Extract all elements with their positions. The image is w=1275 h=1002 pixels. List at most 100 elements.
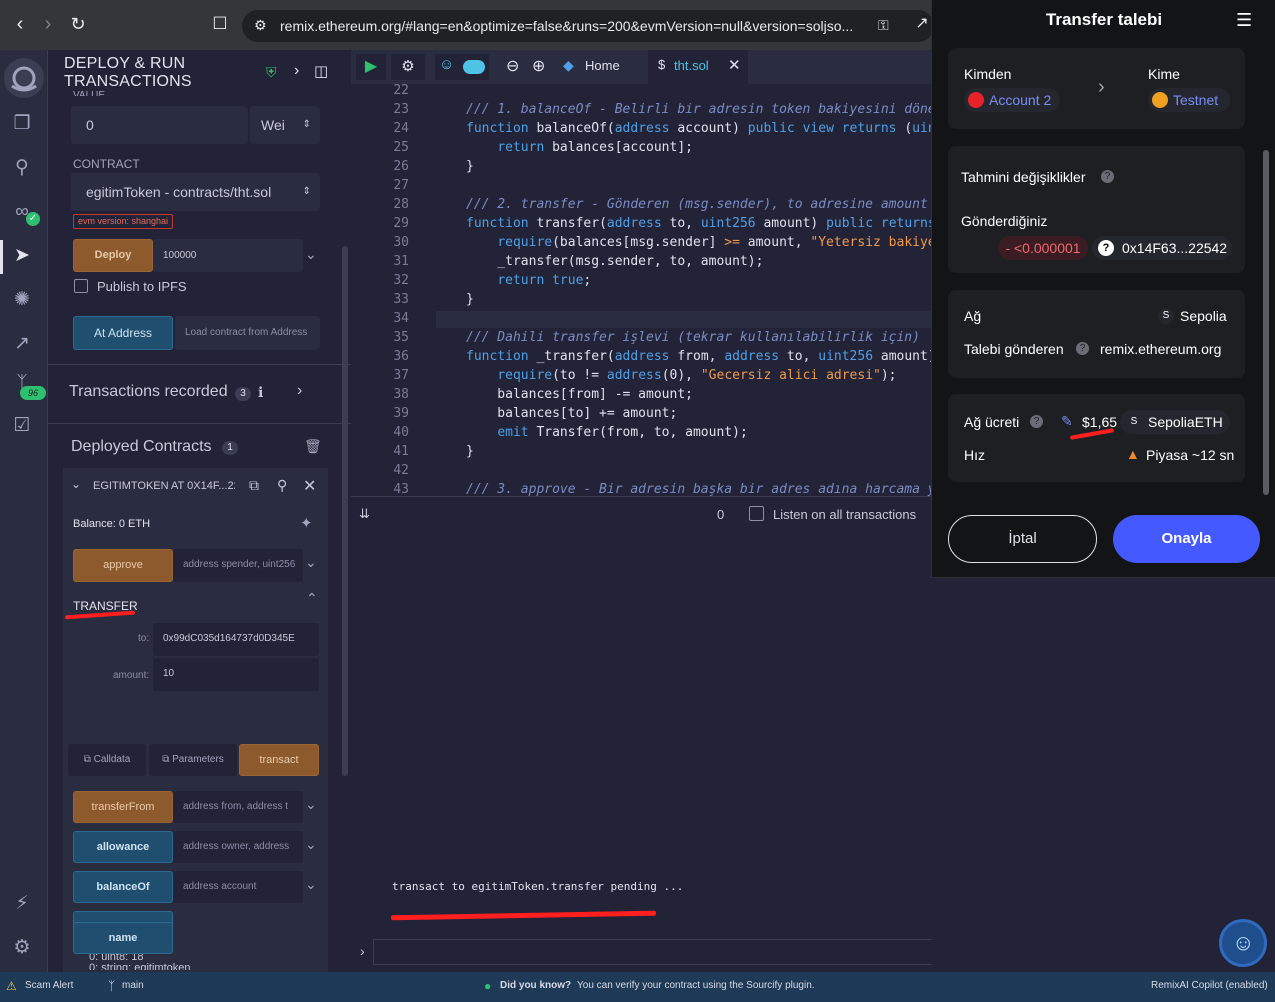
- deploy-button[interactable]: Deploy: [73, 239, 153, 272]
- edit-pencil-icon[interactable]: ✎: [1061, 413, 1073, 430]
- chevron-down-icon[interactable]: ⌄: [305, 876, 317, 893]
- balanceof-button[interactable]: balanceOf: [73, 871, 173, 903]
- ai-assistant-button[interactable]: ☺: [1219, 919, 1267, 967]
- trash-icon[interactable]: 🗑: [304, 438, 322, 455]
- tab-home[interactable]: Home: [585, 58, 620, 73]
- verify-icon[interactable]: ☑: [10, 414, 34, 438]
- at-address-input[interactable]: Load contract from Address: [175, 316, 320, 350]
- send-token-pill[interactable]: ? 0x14F63...22542: [1092, 236, 1232, 260]
- deploy-run-icon[interactable]: ➤: [10, 244, 34, 268]
- pin-icon[interactable]: ⚲: [277, 477, 287, 494]
- chevron-down-icon[interactable]: ⌄: [305, 836, 317, 853]
- cancel-button[interactable]: İptal: [948, 515, 1097, 563]
- contract-select[interactable]: egitimToken - contracts/tht.sol ⇕: [71, 173, 320, 211]
- zoom-in-icon[interactable]: ⊕: [532, 56, 545, 76]
- transferfrom-button[interactable]: transferFrom: [73, 791, 173, 823]
- code-editor[interactable]: 22 23 /// 1. balanceOf - Belirli bir adres…: [351, 84, 931, 496]
- bookmark-icon[interactable]: ☐: [208, 12, 232, 36]
- value-input[interactable]: 0: [71, 106, 248, 144]
- to-account-pill[interactable]: Testnet: [1148, 88, 1230, 112]
- search-icon[interactable]: ⚲: [10, 156, 34, 180]
- unit-select[interactable]: Wei ⇕: [250, 106, 320, 144]
- confirm-button[interactable]: Onayla: [1113, 515, 1260, 563]
- zoom-out-icon[interactable]: ⊖: [506, 56, 519, 76]
- name-button[interactable]: name: [73, 922, 173, 954]
- gears-icon[interactable]: ⚙: [391, 54, 425, 80]
- publish-ipfs-checkbox[interactable]: [74, 279, 88, 293]
- code-text: return balances[account];: [497, 140, 693, 155]
- help-icon[interactable]: ?: [1076, 342, 1089, 355]
- chevron-right-icon[interactable]: ›: [297, 382, 302, 400]
- amount-input[interactable]: 10: [153, 658, 319, 691]
- ai-toggle[interactable]: ☺: [435, 54, 489, 80]
- close-icon[interactable]: ✕: [303, 476, 316, 496]
- settings-icon[interactable]: ⚙: [10, 936, 34, 960]
- panel-scrollbar[interactable]: [342, 246, 348, 776]
- current-line-highlight: [436, 311, 931, 328]
- from-account-name: Account 2: [989, 92, 1052, 108]
- toggle-switch[interactable]: [463, 60, 485, 74]
- copy-icon[interactable]: ⧉: [249, 477, 259, 494]
- allowance-args-input[interactable]: address owner, address: [173, 831, 303, 863]
- calldata-button[interactable]: ⧉ Calldata: [68, 744, 146, 776]
- deploy-args-input[interactable]: 100000: [153, 239, 303, 272]
- estimated-changes-label: Tahmini değişiklikler: [961, 169, 1086, 185]
- collapse-terminal-icon[interactable]: ⇊: [359, 506, 370, 522]
- address-bar[interactable]: ⚙ remix.ethereum.org/#lang=en&optimize=f…: [242, 10, 934, 42]
- site-settings-icon[interactable]: ⚙: [254, 17, 267, 34]
- instance-title[interactable]: EGITIMTOKEN AT 0X14F...22: [93, 480, 235, 492]
- listen-checkbox[interactable]: [749, 506, 764, 521]
- key-icon[interactable]: ⚿: [878, 17, 889, 34]
- help-icon[interactable]: ?: [1030, 415, 1043, 428]
- remix-logo-icon[interactable]: [4, 58, 44, 98]
- help-icon[interactable]: ?: [1101, 170, 1114, 183]
- line-number: 29: [393, 216, 409, 231]
- debugger-icon[interactable]: ✺: [10, 288, 34, 312]
- forward-icon[interactable]: ›: [36, 12, 60, 36]
- balanceof-args-input[interactable]: address account: [173, 871, 303, 903]
- line-number: 38: [393, 387, 409, 402]
- code-text: function _transfer(address from, address…: [466, 349, 931, 364]
- chevron-down-icon[interactable]: ⌄: [71, 477, 81, 491]
- transferfrom-args-input[interactable]: address from, address t: [173, 791, 303, 823]
- close-icon[interactable]: ✕: [728, 56, 741, 74]
- analytics-icon[interactable]: ↗: [10, 332, 34, 356]
- branch-label[interactable]: main: [122, 980, 144, 991]
- plugin-icon[interactable]: ⚡: [10, 892, 34, 916]
- mm-scrollbar[interactable]: [1263, 150, 1269, 495]
- reload-icon[interactable]: ↻: [66, 12, 90, 36]
- back-icon[interactable]: ‹: [8, 12, 32, 36]
- chevron-up-icon[interactable]: ⌃: [306, 590, 318, 607]
- at-address-button[interactable]: At Address: [73, 316, 173, 350]
- run-icon[interactable]: ▶: [356, 54, 386, 80]
- tab-tht-sol[interactable]: $ tht.sol ✕: [648, 50, 748, 84]
- parameters-button[interactable]: ⧉ Parameters: [149, 744, 237, 776]
- chevron-down-icon[interactable]: ⌄: [305, 246, 317, 263]
- home-icon[interactable]: ◆: [563, 57, 574, 74]
- approve-args-input[interactable]: address spender, uint256: [173, 549, 303, 582]
- panel-toggle-icon[interactable]: ◫: [314, 62, 328, 80]
- check-icon: ✓: [26, 212, 40, 226]
- shield-icon[interactable]: ⛨: [266, 64, 277, 81]
- allowance-button[interactable]: allowance: [73, 831, 173, 863]
- annotation-scribble: [390, 910, 657, 921]
- copilot-status[interactable]: RemixAI Copilot (enabled): [1151, 980, 1268, 991]
- terminal-panel: ⇊ 0 Listen on all transactions transact …: [351, 496, 1263, 972]
- settings-sliders-icon[interactable]: ☰: [1236, 10, 1252, 31]
- chevron-right-icon[interactable]: ›: [294, 62, 299, 80]
- copy-icon: ⧉: [162, 754, 170, 765]
- scam-alert-link[interactable]: Scam Alert: [25, 980, 73, 991]
- sparkle-icon[interactable]: ✦: [300, 514, 313, 532]
- to-input[interactable]: 0x99dC035d164737d0D345E: [153, 623, 319, 656]
- network-value: Sepolia: [1180, 308, 1227, 324]
- transact-button[interactable]: transact: [239, 744, 319, 776]
- chevron-down-icon[interactable]: ⌄: [305, 796, 317, 813]
- approve-button[interactable]: approve: [73, 549, 173, 582]
- file-explorer-icon[interactable]: ❐: [10, 112, 34, 136]
- info-icon[interactable]: ℹ: [258, 384, 263, 401]
- divider: [48, 364, 351, 365]
- chevron-down-icon[interactable]: ⌄: [305, 554, 317, 571]
- fee-token-name: SepoliaETH: [1148, 414, 1223, 430]
- transactions-recorded-label[interactable]: Transactions recorded: [69, 383, 228, 401]
- from-account-pill[interactable]: Account 2: [964, 88, 1060, 112]
